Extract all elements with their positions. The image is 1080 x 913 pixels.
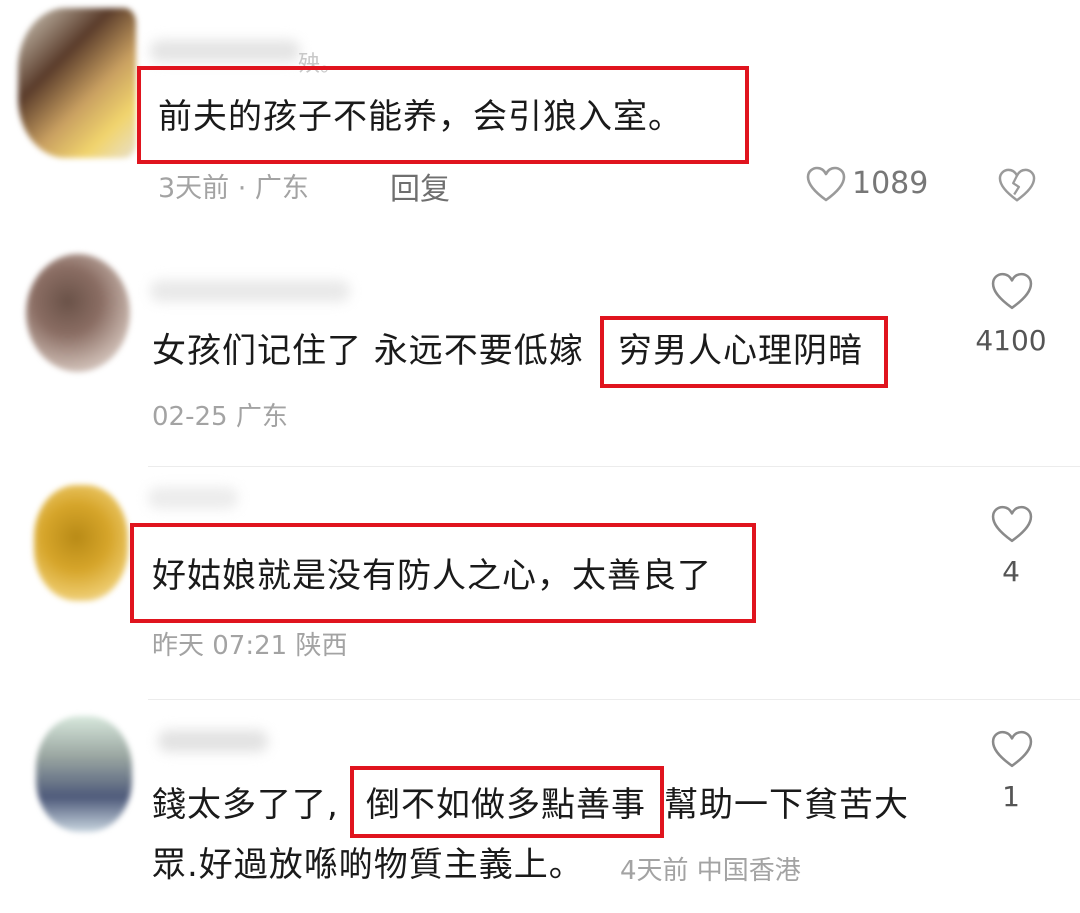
- avatar[interactable]: [26, 254, 130, 372]
- heart-outline-icon[interactable]: [990, 272, 1034, 312]
- comment-meta: 3天前 · 广东: [158, 173, 309, 204]
- avatar[interactable]: [18, 8, 136, 158]
- comment-text-highlighted: 倒不如做多點善事: [366, 785, 646, 825]
- comment-text: 女孩们记住了 永远不要低嫁: [152, 328, 584, 374]
- comment-item: 好姑娘就是没有防人之心，太善良了 昨天 07:21 陕西 4: [0, 467, 1080, 699]
- reply-button[interactable]: 回复: [390, 164, 450, 208]
- broken-heart-icon[interactable]: [998, 168, 1036, 204]
- like-count: 1: [1002, 780, 1020, 813]
- username[interactable]: [158, 730, 268, 752]
- avatar[interactable]: [34, 485, 128, 601]
- comment-meta: 昨天 07:21 陕西: [152, 631, 348, 661]
- like-count: 4: [1002, 555, 1020, 588]
- comment-meta: 4天前 中国香港: [620, 856, 801, 886]
- comment-text-highlighted: 穷男人心理阴暗: [618, 331, 863, 371]
- comment-text: 錢太多了了,: [152, 782, 339, 828]
- heart-outline-icon[interactable]: [806, 166, 846, 204]
- avatar[interactable]: [36, 716, 132, 832]
- heart-outline-icon[interactable]: [990, 730, 1034, 770]
- like-count: 1089: [852, 166, 929, 201]
- comment-meta: 02-25 广东: [152, 402, 288, 432]
- like-count: 4100: [975, 324, 1047, 357]
- comment-text: 好姑娘就是没有防人之心，太善良了: [152, 556, 712, 596]
- username[interactable]: [150, 280, 350, 302]
- comment-text-continued: 幫助一下貧苦大: [664, 785, 909, 825]
- comment-text: 前夫的孩子不能养，会引狼入室。: [158, 97, 683, 137]
- comment-item: 女孩们记住了 永远不要低嫁 穷男人心理阴暗 02-25 广东 4100: [0, 230, 1080, 466]
- comment-text-plain: 錢太多了了,: [152, 785, 339, 825]
- username[interactable]: [150, 40, 300, 62]
- heart-outline-icon[interactable]: [990, 505, 1034, 545]
- username[interactable]: [148, 487, 238, 509]
- comment-text-plain: 女孩们记住了 永远不要低嫁: [152, 331, 584, 371]
- comment-text-line2: 眾.好過放喺啲物質主義上。: [152, 845, 584, 885]
- comment-item: 殃。 前夫的孩子不能养，会引狼入室。 3天前 · 广东 回复 1089: [0, 0, 1080, 230]
- comment-item: 錢太多了了, 倒不如做多點善事 幫助一下貧苦大 眾.好過放喺啲物質主義上。 4天…: [0, 700, 1080, 913]
